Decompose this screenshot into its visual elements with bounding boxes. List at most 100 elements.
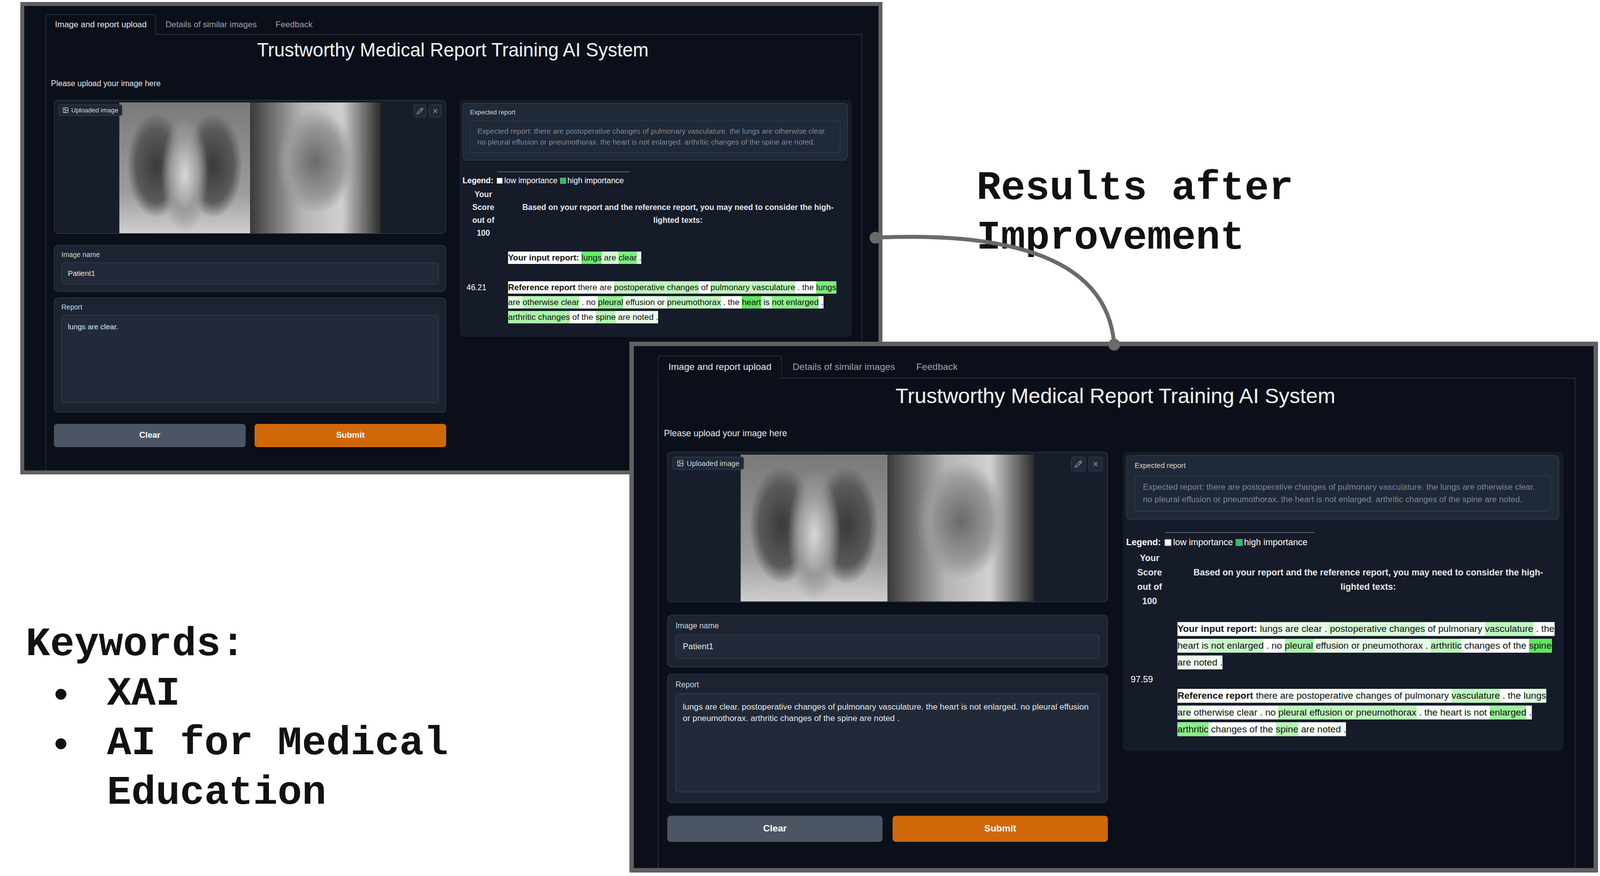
result-table: Your Score out of 100Based on your repor… — [462, 188, 848, 325]
keyword-list: XAIAI for Medical Education — [25, 669, 484, 819]
tab[interactable]: Image and report upload — [45, 14, 156, 35]
token: enlarged — [1489, 705, 1527, 720]
field-label: Report — [61, 303, 439, 311]
input-report: Your input report:lungs are clear . — [508, 250, 848, 266]
figure: Image and report uploadDetails of simila… — [0, 0, 1600, 876]
legend: Legend:low importancehigh importance — [462, 176, 848, 186]
token: spine — [1529, 638, 1552, 653]
tab[interactable]: Details of similar images — [781, 355, 906, 379]
secondary-button[interactable]: Clear — [667, 815, 883, 842]
image-upload[interactable]: Uploaded image — [53, 100, 447, 234]
expected-report-text: Expected report: there are postoperative… — [1134, 474, 1551, 512]
token: . the — [721, 296, 743, 309]
image-name-input[interactable] — [675, 633, 1100, 659]
lateral-xray — [887, 454, 1035, 602]
image-icon — [62, 106, 69, 114]
token: lungs are clear . — [1259, 621, 1328, 636]
upload-prompt: Please upload your image here — [51, 79, 852, 89]
report-input[interactable]: lungs are clear. — [61, 314, 439, 404]
xray-images — [119, 102, 381, 234]
token: changes of the — [1208, 722, 1276, 736]
image-name-field: Image name — [53, 245, 447, 292]
highlight-label: Reference report — [508, 282, 576, 293]
pencil-icon — [1074, 460, 1083, 468]
token: are — [601, 251, 619, 264]
tab-panel: Trustworthy Medical Report Training AI S… — [657, 378, 1576, 869]
divider — [1165, 531, 1315, 533]
token: pulmonary vasculature — [710, 281, 796, 294]
token: not enlarged — [1208, 638, 1264, 653]
reference-report: Reference reportthere are postoperative … — [508, 280, 848, 325]
pencil-icon — [416, 107, 424, 115]
token: vasculature — [1485, 621, 1534, 636]
token: effusion or — [622, 296, 668, 309]
highlight-label: Reference report — [1177, 690, 1254, 701]
secondary-button[interactable]: Clear — [53, 423, 246, 448]
field-label: Expected report — [469, 108, 841, 116]
lateral-xray — [250, 102, 381, 234]
tab[interactable]: Feedback — [265, 14, 322, 35]
keyword-item: AI for Medical Education — [25, 719, 484, 819]
legend-title: Legend: — [1126, 537, 1161, 548]
token: are noted . — [1298, 722, 1347, 736]
field-label: Image name — [61, 250, 439, 259]
token: spine — [595, 310, 617, 324]
token: spine — [1275, 722, 1299, 736]
legend-swatch — [1235, 538, 1242, 546]
token: are noted . — [615, 310, 659, 324]
token: are — [508, 296, 523, 309]
frontal-xray — [740, 454, 888, 602]
token: . the heart is not — [1416, 705, 1490, 720]
legend-item: low importance — [1164, 537, 1234, 548]
expected-report: Expected reportExpected report: there ar… — [462, 103, 848, 161]
score: 97.59 — [1126, 673, 1173, 684]
tab[interactable]: Details of similar images — [155, 14, 266, 35]
result-column: Expected reportExpected report: there ar… — [459, 100, 852, 337]
highlight-label: Your input report: — [508, 253, 579, 263]
legend-item: high importance — [1235, 537, 1308, 548]
token: of pulmonary — [1425, 621, 1486, 636]
image-label: Uploaded image — [672, 456, 745, 470]
advice-header: Based on your report and the reference r… — [508, 201, 848, 227]
frontal-xray — [119, 102, 251, 234]
image-upload[interactable]: Uploaded image — [667, 451, 1108, 602]
primary-button[interactable]: Submit — [892, 815, 1108, 842]
image-name-field: Image name — [667, 614, 1108, 668]
token: there are — [577, 281, 615, 294]
keywords: Keywords:XAIAI for Medical Education — [25, 619, 484, 819]
remove-button[interactable] — [428, 104, 442, 118]
token: arthritic — [1177, 722, 1209, 736]
score-header: Your Score out of 100 — [462, 188, 505, 240]
keyword-text: XAI — [106, 669, 484, 720]
token: arthritic — [1430, 638, 1462, 653]
image-label: Uploaded image — [58, 104, 123, 116]
token: pleural — [597, 296, 623, 309]
edit-button[interactable] — [1071, 456, 1086, 471]
figure-heading: Results after Improvement — [976, 163, 1334, 263]
columns: Uploaded imageImage nameReportlungs are … — [667, 451, 1564, 842]
tab[interactable]: Image and report upload — [657, 355, 782, 379]
token: . — [1526, 705, 1532, 720]
legend-swatch — [560, 177, 567, 184]
token: . no — [1263, 638, 1285, 653]
bullet-icon — [55, 688, 67, 700]
expected-report: Expected reportExpected report: there ar… — [1126, 455, 1559, 520]
legend-swatch — [496, 177, 503, 184]
highlight-label: Your input report: — [1177, 623, 1258, 634]
image-name-input[interactable] — [61, 262, 439, 285]
highlight-text: Reference reportthere are postoperative … — [508, 281, 837, 324]
report-input[interactable]: lungs are clear. postoperative changes o… — [675, 692, 1100, 792]
keyword-item: XAI — [25, 669, 484, 720]
tab-bar: Image and report uploadDetails of simila… — [657, 355, 1576, 379]
keyword-text: AI for Medical Education — [106, 719, 484, 819]
app-title: Trustworthy Medical Report Training AI S… — [53, 34, 852, 63]
token: effusion or pneumothorax . — [1313, 638, 1431, 653]
remove-button[interactable] — [1088, 456, 1103, 471]
close-icon — [1091, 460, 1100, 468]
button-row: Clear Submit — [667, 815, 1108, 842]
token: changes of the — [1461, 638, 1530, 653]
token: of — [698, 281, 711, 294]
tab[interactable]: Feedback — [905, 355, 969, 379]
edit-button[interactable] — [413, 104, 427, 118]
primary-button[interactable]: Submit — [254, 423, 447, 448]
